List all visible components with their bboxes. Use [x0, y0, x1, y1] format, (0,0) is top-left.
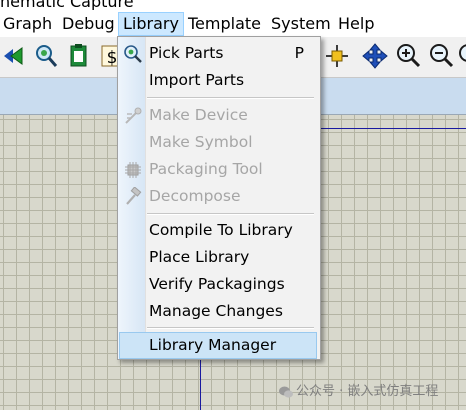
menu-item-compile-to-library[interactable]: Compile To Library	[120, 218, 316, 243]
watermark-text: 公众号 · 嵌入式仿真工程	[296, 384, 439, 399]
library-menu: Pick Parts P Import Parts Make Device Ma…	[117, 36, 321, 360]
back-play-icon[interactable]	[2, 43, 28, 69]
menu-item-label: Decompose	[149, 187, 241, 205]
menu-item-label: Compile To Library	[149, 221, 293, 239]
menu-template[interactable]: Template	[188, 13, 261, 35]
menu-item-verify-packagings[interactable]: Verify Packagings	[120, 272, 316, 297]
menu-separator	[147, 327, 314, 329]
zoom-in-icon[interactable]	[395, 43, 421, 69]
wechat-icon	[279, 386, 293, 398]
hammer-icon	[126, 187, 142, 205]
menu-item-label: Make Symbol	[149, 133, 253, 151]
menu-item-place-library[interactable]: Place Library	[120, 245, 316, 270]
menu-debug[interactable]: Debug	[62, 13, 115, 35]
menu-library[interactable]: Library	[118, 12, 184, 36]
menu-system[interactable]: System	[271, 13, 331, 35]
menu-separator	[147, 213, 314, 215]
title-bar: hematic Capture	[0, 0, 466, 10]
pan-icon[interactable]	[362, 43, 388, 69]
menu-item-make-device: Make Device	[120, 103, 316, 128]
menu-item-packaging-tool: Packaging Tool	[120, 157, 316, 182]
menu-item-label: Verify Packagings	[149, 275, 285, 293]
make-device-icon	[125, 107, 142, 124]
menu-item-import-parts[interactable]: Import Parts	[120, 68, 316, 93]
menu-item-library-manager[interactable]: Library Manager	[119, 332, 317, 359]
zoom-out-icon[interactable]	[428, 43, 454, 69]
menu-item-label: Import Parts	[149, 71, 245, 89]
magnifier-icon	[124, 45, 142, 63]
menu-item-manage-changes[interactable]: Manage Changes	[120, 299, 316, 324]
menu-item-label: Manage Changes	[149, 302, 283, 320]
svg-text:$: $	[107, 48, 118, 68]
menu-item-decompose: Decompose	[120, 184, 316, 209]
packaging-icon	[125, 162, 141, 178]
magnifier-icon[interactable]	[33, 43, 59, 69]
crosshair-icon[interactable]	[324, 43, 350, 69]
menu-item-label: Place Library	[149, 248, 250, 266]
menu-help[interactable]: Help	[338, 13, 374, 35]
menu-item-label: Library Manager	[149, 336, 277, 354]
menu-item-label: Pick Parts	[149, 44, 224, 62]
menu-item-label: Packaging Tool	[149, 160, 263, 178]
menu-bar: Graph Debug Library Template System Help	[0, 10, 466, 37]
window-title: hematic Capture	[0, 0, 134, 10]
menu-item-label: Make Device	[149, 106, 248, 124]
clipboard-icon[interactable]	[66, 43, 92, 69]
menu-item-pick-parts[interactable]: Pick Parts P	[120, 41, 316, 66]
zoom-fit-icon[interactable]	[458, 43, 466, 69]
shortcut-label: P	[294, 44, 304, 62]
menu-separator	[147, 97, 314, 99]
menu-item-make-symbol: Make Symbol	[120, 130, 316, 155]
menu-graph[interactable]: Graph	[3, 13, 52, 35]
